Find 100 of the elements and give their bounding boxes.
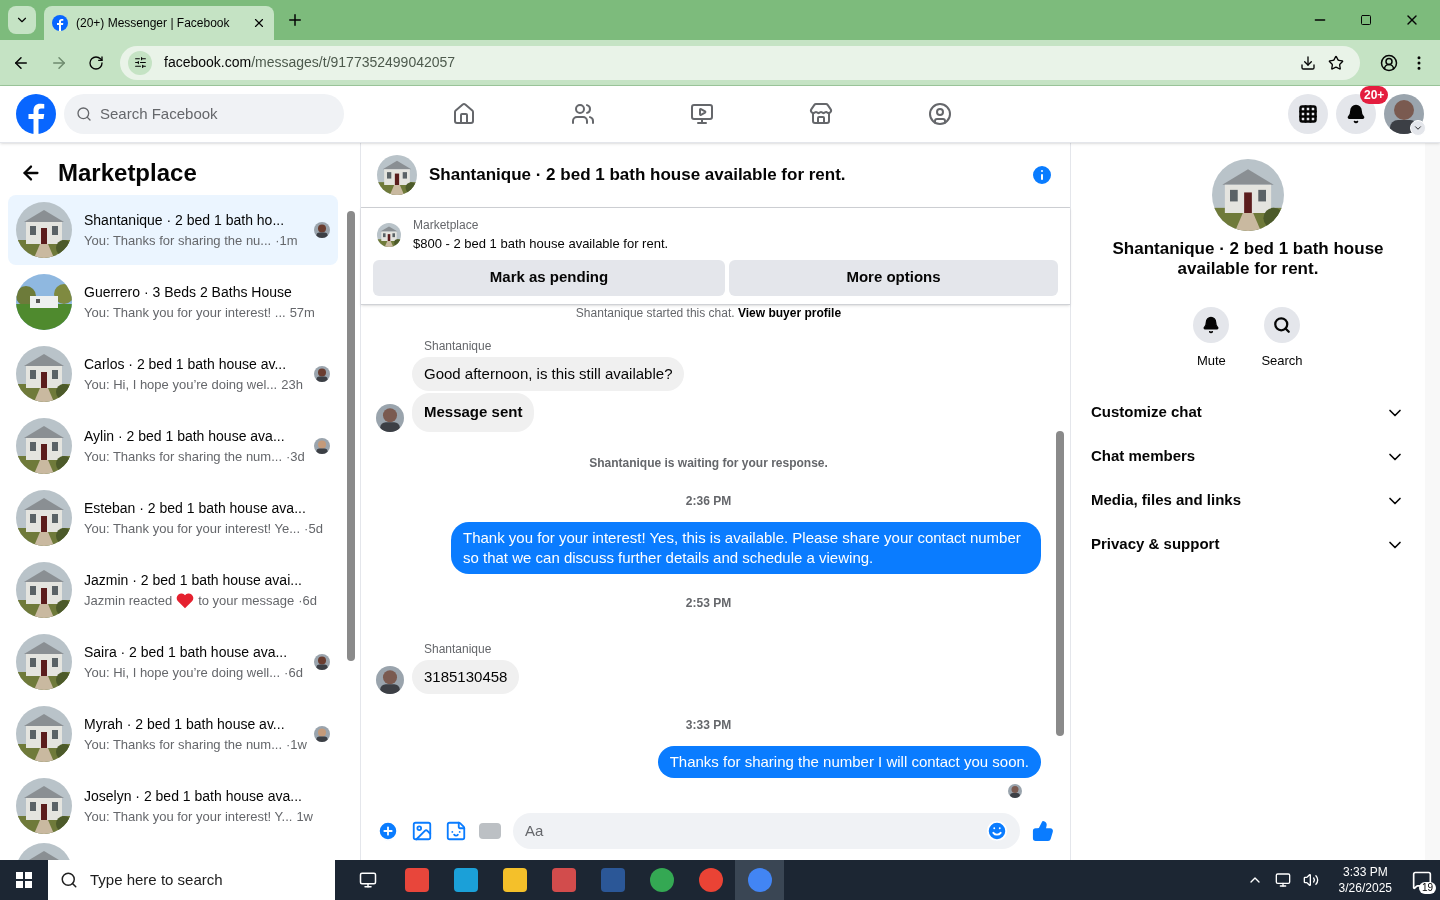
listing-action-button[interactable]: Mark as pending (373, 259, 725, 296)
timestamp: 3:33 PM (684, 717, 733, 734)
search-icon (60, 871, 78, 889)
emoji-icon[interactable] (986, 820, 1008, 842)
message-bubble: Good afternoon, is this still available? (412, 356, 685, 391)
conversation-item[interactable]: Guerrero · 3 Beds 2 Baths House You: Thank you for your interest! ... 57m (8, 267, 338, 337)
chevron-icon (1413, 123, 1423, 133)
message-bubble: Message sent (412, 393, 535, 432)
listing-label: Marketplace (413, 217, 480, 234)
message-placeholder: Aa (525, 820, 545, 841)
address-bar[interactable]: facebook.com/messages/t/9177352499042057 (120, 45, 1360, 80)
reload-icon[interactable] (88, 54, 104, 71)
timestamp: 2:36 PM (684, 492, 733, 510)
menu-button[interactable] (1288, 94, 1328, 134)
facebook-logo[interactable] (16, 94, 56, 134)
message-time: ·1m (275, 231, 298, 250)
message-preview: You: Hi, I hope you’re doing wel... (84, 375, 278, 394)
profile-icon[interactable] (1380, 53, 1398, 72)
conversation-item[interactable]: Joselyn · 2 bed 1 bath house ava... You: Thank you for your interest! Y... 1w (8, 771, 338, 841)
chat-title: Shantanique · 2 bed 1 bath house available for rent. (429, 164, 847, 187)
network-icon[interactable] (1274, 872, 1291, 888)
conversation-item[interactable]: Esteban · 2 bed 1 bath house ava... You: Thank you for your interest! Ye... ·5d (8, 483, 338, 553)
conversation-item[interactable]: Jazmin · 2 bed 1 bath house avai... Jazmin reacted to your message ·6d (8, 555, 338, 625)
plus-icon[interactable] (377, 820, 399, 842)
details-section[interactable]: Customize chat (1087, 390, 1409, 435)
message-field[interactable]: Aa (513, 813, 1020, 849)
timestamp: 2:53 PM (684, 594, 733, 612)
bookmark-icon[interactable] (1328, 54, 1344, 71)
sender-name: Shantanique (424, 337, 493, 355)
message-time: ·6d (298, 591, 318, 610)
browser-tab[interactable]: (20+) Messenger | Facebook (44, 6, 274, 40)
image-icon[interactable] (411, 820, 433, 842)
message-time: 23h (281, 375, 303, 394)
status-text: Shantanique is waiting for your response. (588, 454, 829, 472)
conversation-name: Jazmin · 2 bed 1 bath house avai... (84, 570, 303, 590)
sidebar-title: Marketplace (58, 158, 197, 188)
grid-icon (1298, 104, 1318, 124)
site-settings-icon (133, 56, 147, 69)
search-icon (76, 106, 92, 122)
mute-button[interactable] (1193, 307, 1230, 343)
new-tab-icon[interactable] (286, 11, 304, 29)
details-section[interactable]: Media, files and links (1087, 478, 1409, 523)
message-preview: Jazmin reacted (84, 591, 173, 610)
like-icon[interactable] (1032, 820, 1054, 842)
message-time: ·6d (284, 663, 303, 682)
clock-time: 3:33 PM (1342, 864, 1388, 880)
message-preview: You: Thanks for sharing the num... (84, 447, 282, 466)
search-placeholder: Type here to search (90, 869, 223, 890)
details-title: Shantanique · 2 bed 1 bath house available for rent. (1111, 239, 1385, 279)
details-section[interactable]: Privacy & support (1087, 522, 1409, 567)
message-bubble: Thanks for sharing the number I will contact you soon. (657, 746, 1041, 778)
notification-count: 19 (1418, 882, 1436, 894)
conversation-item[interactable]: Shantanique · 2 bed 1 bath ho... You: Thanks for sharing the nu... ·1m (8, 195, 338, 265)
conversation-name: Shantanique · 2 bed 1 bath ho... (84, 210, 286, 230)
people-icon (570, 102, 595, 126)
details-section[interactable]: Chat members (1087, 434, 1409, 479)
message-time: 57m (289, 303, 315, 322)
volume-icon[interactable] (1302, 872, 1319, 888)
clock-date: 3/26/2025 (1338, 880, 1392, 896)
message-time: ·1w (286, 735, 307, 754)
conversation-name: Myrah · 2 bed 1 bath house av... (84, 714, 286, 734)
scrollbar[interactable] (1425, 143, 1440, 860)
search-icon (1273, 316, 1291, 334)
sticker-icon[interactable] (445, 820, 467, 842)
message-preview: You: Thanks for sharing the nu... (84, 231, 272, 250)
facebook-icon (52, 15, 68, 31)
conversation-name: Saira · 2 bed 1 bath house ava... (84, 642, 289, 662)
listing-text: $800 - 2 bed 1 bath house available for rent. (413, 235, 669, 253)
conversation-name: Guerrero · 3 Beds 2 Baths House (84, 282, 293, 302)
conversation-name: Joselyn · 2 bed 1 bath house ava... (84, 786, 303, 806)
heart-icon (176, 592, 195, 609)
sender-name: Shantanique (424, 640, 493, 658)
close-icon[interactable] (252, 16, 266, 30)
message-preview: You: Thank you for your interest! ... (84, 303, 286, 322)
chat-notice: Shantanique started this chat. View buyer profile (574, 304, 843, 321)
message-bubble: Thank you for your interest! Yes, this is available. Please share your contact number so that we can discuss further details and schedule a viewing. (451, 521, 1041, 574)
conversation-item[interactable]: Saira · 2 bed 1 bath house ava... You: Hi, I hope you’re doing well... ·6d (8, 627, 338, 697)
action-label: Mute (1196, 352, 1226, 370)
message-time: ·3d (286, 447, 305, 466)
message-preview: You: Thanks for sharing the num... (84, 735, 282, 754)
message-time: ·5d (304, 519, 323, 538)
conversation-name: Carlos · 2 bed 1 bath house av... (84, 354, 288, 374)
conversation-item[interactable]: Carlos · 2 bed 1 bath house av... You: Hi, I hope you’re doing wel... 23h (8, 339, 338, 409)
video-icon (689, 102, 714, 126)
conversation-item[interactable]: Myrah · 2 bed 1 bath house av... You: Thanks for sharing the num... ·1w (8, 699, 338, 769)
action-label: Search (1261, 352, 1303, 370)
bell-icon (1202, 316, 1221, 334)
info-icon[interactable] (1030, 163, 1054, 187)
search-placeholder: Search Facebook (100, 103, 218, 124)
buyer-profile-link[interactable]: View buyer profile (738, 305, 842, 320)
listing-action-button[interactable]: More options (729, 259, 1058, 296)
install-icon[interactable] (1300, 54, 1316, 71)
restore-icon[interactable] (1360, 14, 1372, 26)
conversation-item[interactable]: Aylin · 2 bed 1 bath house ava... You: Thanks for sharing the num... ·3d (8, 411, 338, 481)
message-preview: to your message (198, 591, 295, 610)
taskbar-search-field[interactable]: Type here to search (48, 860, 335, 900)
home-icon (451, 102, 476, 126)
search-field[interactable]: Search Facebook (64, 94, 344, 134)
message-preview: You: Thank you for your interest! Ye... (84, 519, 301, 538)
search-button[interactable] (1264, 307, 1300, 343)
